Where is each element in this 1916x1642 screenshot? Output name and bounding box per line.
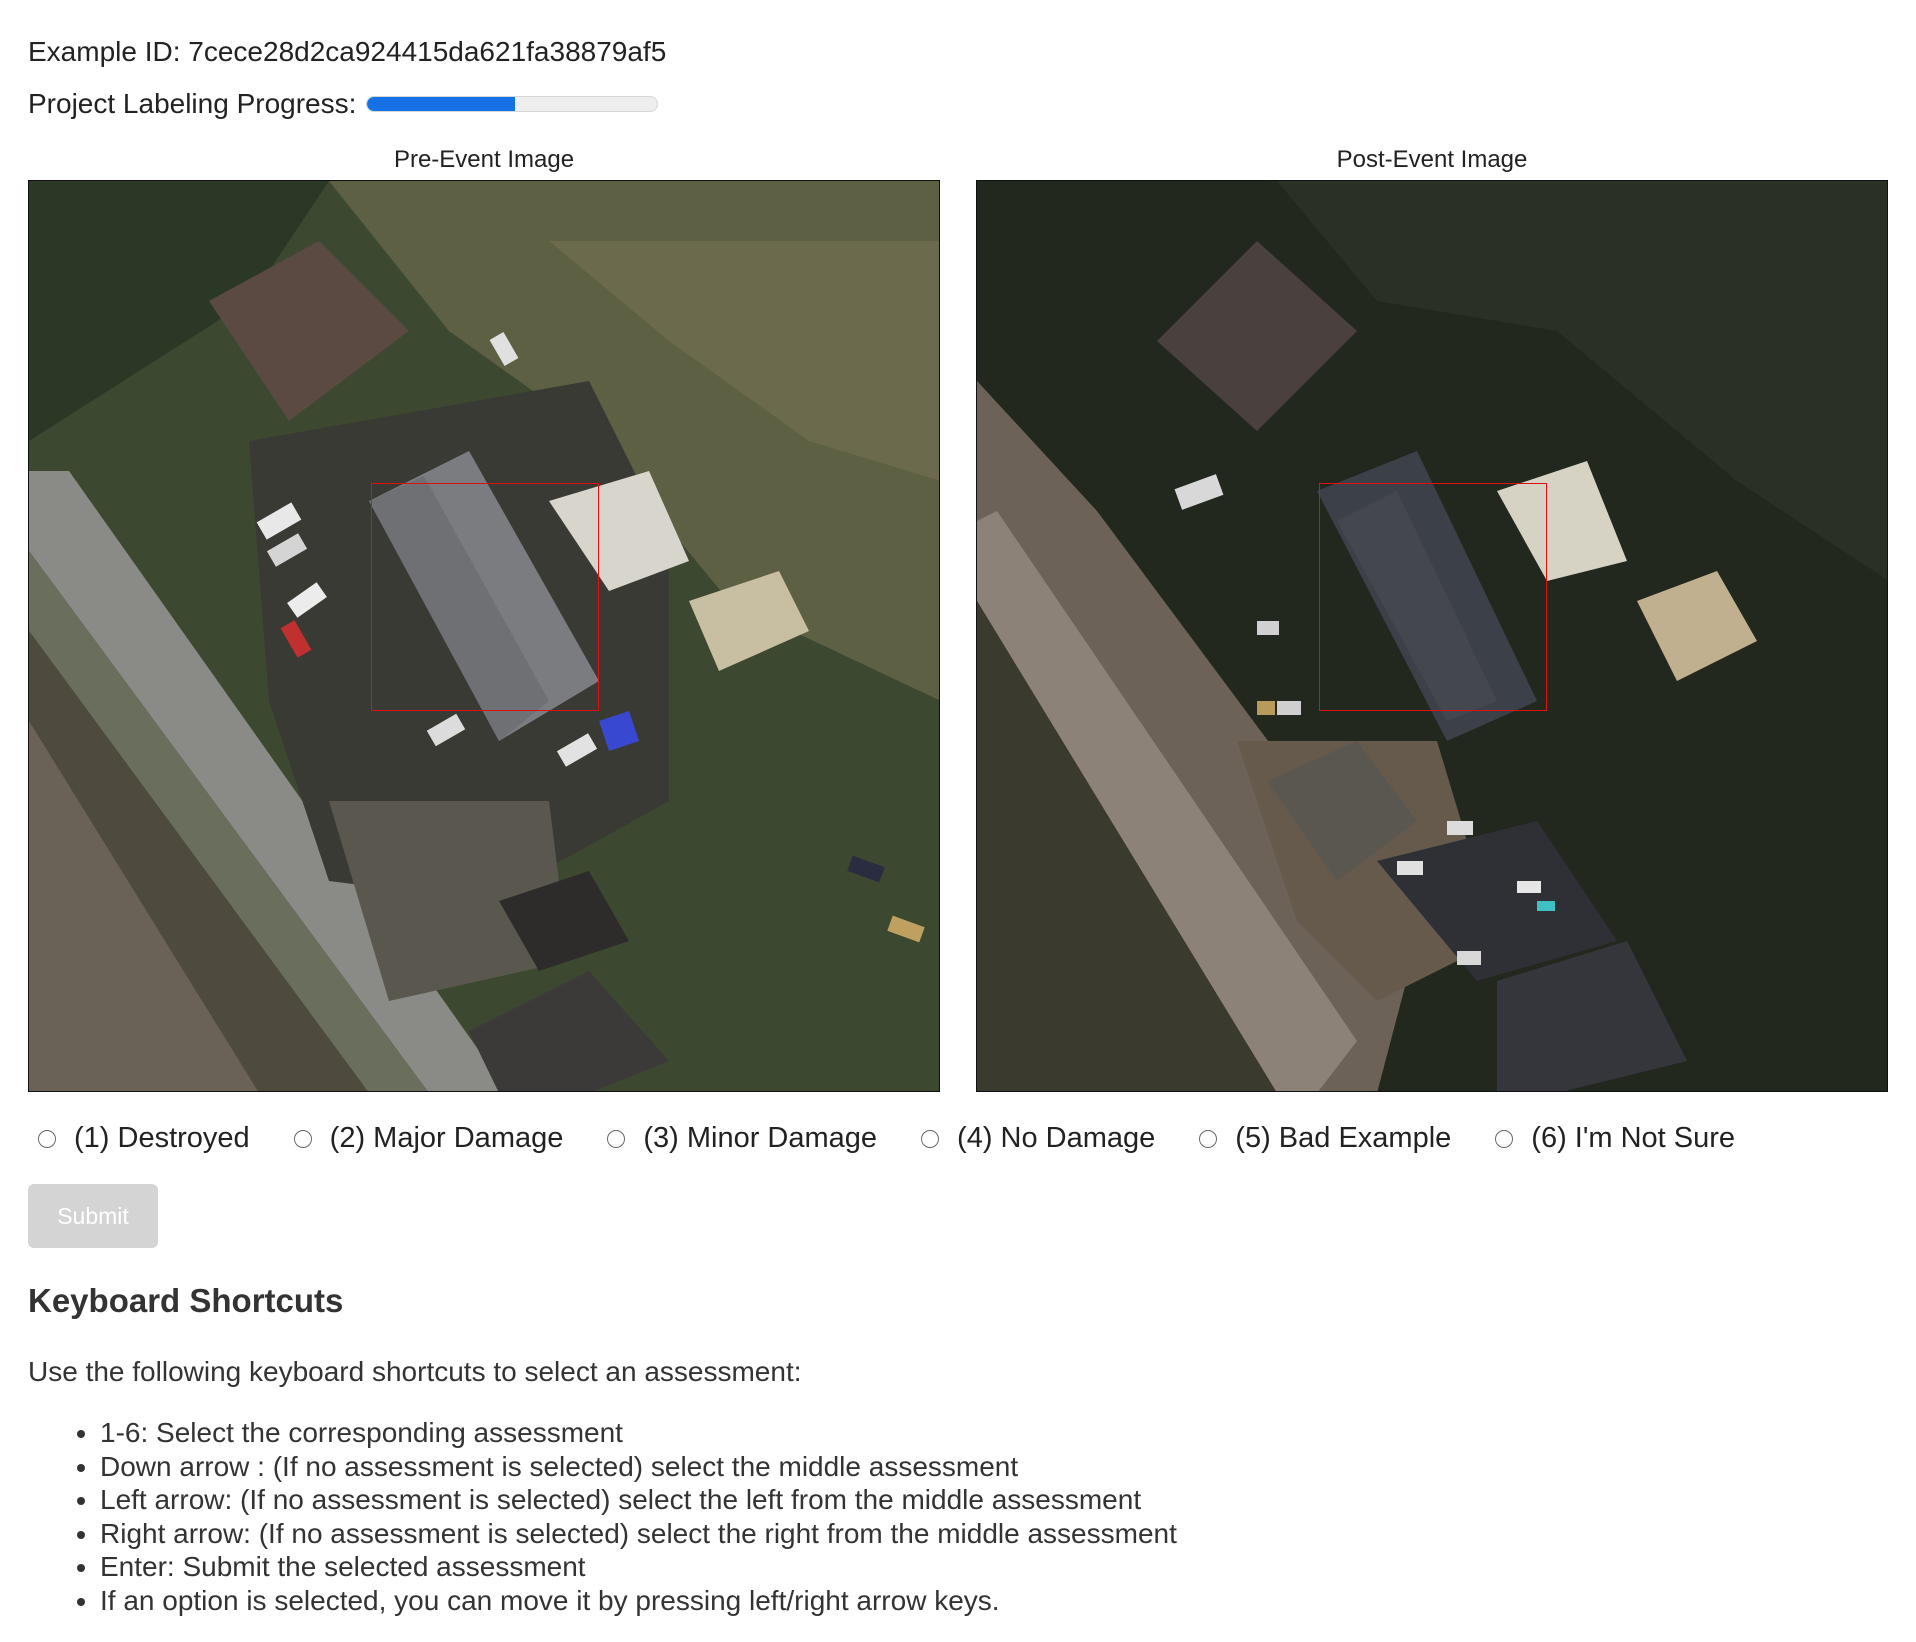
example-id: Example ID: 7cece28d2ca924415da621fa3887… (28, 36, 667, 67)
option-label: (3) Minor Damage (643, 1122, 878, 1154)
option-destroyed[interactable]: (1) Destroyed (28, 1122, 250, 1155)
option-label: (4) No Damage (957, 1122, 1156, 1154)
list-item: 1-6: Select the corresponding assessment (100, 1416, 1177, 1450)
option-label: (1) Destroyed (74, 1122, 250, 1154)
option-not-sure[interactable]: (6) I'm Not Sure (1485, 1122, 1735, 1155)
option-bad-example[interactable]: (5) Bad Example (1189, 1122, 1451, 1155)
list-item: Right arrow: (If no assessment is select… (100, 1517, 1177, 1551)
post-event-image (976, 180, 1888, 1092)
post-event-target-box (1319, 483, 1547, 711)
option-label: (6) I'm Not Sure (1531, 1122, 1736, 1154)
progress-bar (366, 96, 659, 112)
post-event-title: Post-Event Image (1336, 146, 1528, 173)
option-label: (2) Major Damage (329, 1122, 564, 1154)
pre-event-image (28, 180, 940, 1092)
assessment-options: (1) Destroyed (2) Major Damage (3) Minor… (28, 1122, 1769, 1155)
submit-button[interactable]: Submit (28, 1184, 158, 1248)
radio-not-sure[interactable] (1495, 1129, 1514, 1148)
list-item: If an option is selected, you can move i… (100, 1584, 1177, 1618)
list-item: Enter: Submit the selected assessment (100, 1550, 1177, 1584)
option-major-damage[interactable]: (2) Major Damage (284, 1122, 564, 1155)
radio-destroyed[interactable] (38, 1129, 56, 1148)
option-label: (5) Bad Example (1235, 1122, 1452, 1154)
radio-no-damage[interactable] (921, 1129, 940, 1148)
radio-minor-damage[interactable] (607, 1129, 626, 1148)
option-minor-damage[interactable]: (3) Minor Damage (597, 1122, 877, 1155)
pre-event-title: Pre-Event Image (393, 146, 575, 173)
option-no-damage[interactable]: (4) No Damage (911, 1122, 1155, 1155)
shortcuts-list: 1-6: Select the corresponding assessment… (28, 1416, 1177, 1617)
list-item: Down arrow : (If no assessment is select… (100, 1450, 1177, 1484)
shortcuts-heading: Keyboard Shortcuts (28, 1282, 344, 1319)
radio-major-damage[interactable] (293, 1129, 312, 1148)
progress-label: Project Labeling Progress: (28, 88, 357, 119)
progress-row: Project Labeling Progress: (28, 88, 659, 120)
pre-event-target-box (371, 483, 599, 711)
progress-fill (367, 97, 516, 111)
shortcuts-intro: Use the following keyboard shortcuts to … (28, 1356, 802, 1387)
radio-bad-example[interactable] (1199, 1129, 1218, 1148)
list-item: Left arrow: (If no assessment is selecte… (100, 1483, 1177, 1517)
